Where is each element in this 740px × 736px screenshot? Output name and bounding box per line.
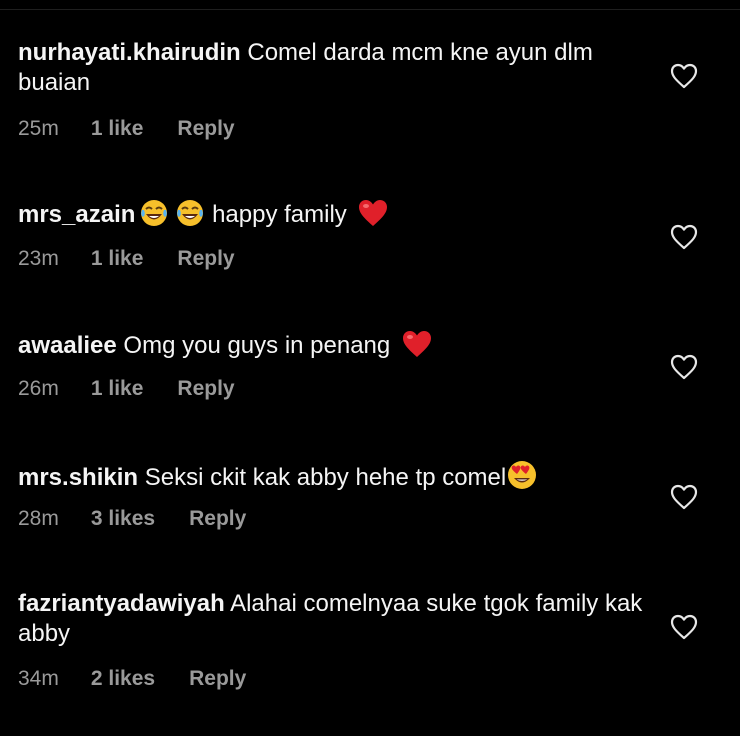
top-divider — [0, 9, 740, 10]
comment-text: mrs.shikin Seksi ckit kak abby hehe tp c… — [18, 459, 658, 499]
red-heart-icon — [357, 198, 389, 236]
reply-button[interactable]: Reply — [177, 246, 234, 272]
comment-username[interactable]: mrs_azain — [18, 201, 135, 228]
comment-username[interactable]: awaaliee — [18, 332, 117, 359]
comment-username[interactable]: mrs.shikin — [18, 464, 138, 491]
comment-text: nurhayati.khairudin Comel darda mcm kne … — [18, 38, 658, 98]
reply-button[interactable]: Reply — [189, 666, 246, 692]
comment-meta: 23m 1 like Reply — [18, 246, 235, 272]
like-heart-icon[interactable] — [670, 63, 698, 89]
comment-meta: 28m 3 likes Reply — [18, 506, 246, 532]
like-heart-icon[interactable] — [670, 614, 698, 640]
comment-item: mrs.shikin Seksi ckit kak abby hehe tp c… — [18, 459, 658, 499]
reply-button[interactable]: Reply — [177, 116, 234, 142]
smiling-face-with-heart-eyes-icon — [506, 459, 538, 499]
comment-likes[interactable]: 2 likes — [91, 666, 155, 692]
like-heart-icon[interactable] — [670, 224, 698, 250]
comment-likes[interactable]: 1 like — [91, 246, 144, 272]
comment-meta: 26m 1 like Reply — [18, 376, 235, 402]
comment-text: mrs_azain happy family — [18, 198, 658, 236]
comment-meta: 25m 1 like Reply — [18, 116, 235, 142]
reply-button[interactable]: Reply — [189, 506, 246, 532]
comment-body: Omg you guys in penang — [116, 332, 397, 359]
comment-time: 25m — [18, 117, 59, 140]
comment-likes[interactable]: 1 like — [91, 376, 144, 402]
comment-time: 34m — [18, 667, 59, 690]
comment-time: 23m — [18, 247, 59, 270]
comment-body: Seksi ckit kak abby hehe tp comel — [138, 464, 507, 491]
comment-likes[interactable]: 3 likes — [91, 506, 155, 532]
comment-meta: 34m 2 likes Reply — [18, 666, 246, 692]
comment-item: mrs_azain happy family — [18, 198, 658, 236]
like-heart-icon[interactable] — [670, 354, 698, 380]
reply-button[interactable]: Reply — [177, 376, 234, 402]
comment-time: 28m — [18, 507, 59, 530]
comment-likes[interactable]: 1 like — [91, 116, 144, 142]
comment-username[interactable]: fazriantyadawiyah — [18, 590, 225, 617]
comment-username[interactable]: nurhayati.khairudin — [18, 39, 241, 66]
comment-text: fazriantyadawiyah Alahai comelnyaa suke … — [18, 589, 658, 649]
comment-item: awaaliee Omg you guys in penang — [18, 329, 658, 367]
like-heart-icon[interactable] — [670, 484, 698, 510]
comment-item: nurhayati.khairudin Comel darda mcm kne … — [18, 38, 658, 98]
face-with-tears-of-joy-icon — [139, 198, 169, 236]
comment-item: fazriantyadawiyah Alahai comelnyaa suke … — [18, 589, 658, 649]
comment-body: happy family — [205, 201, 354, 228]
comment-text: awaaliee Omg you guys in penang — [18, 329, 658, 367]
red-heart-icon — [401, 329, 433, 367]
comment-time: 26m — [18, 377, 59, 400]
face-with-tears-of-joy-icon — [175, 198, 205, 236]
